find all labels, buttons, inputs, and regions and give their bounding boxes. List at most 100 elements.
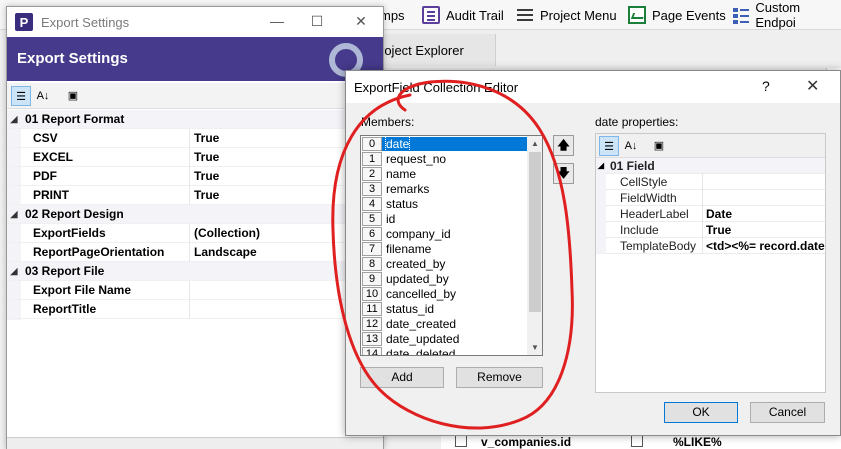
list-item[interactable]: 7 filename [361, 241, 542, 256]
property-value[interactable]: Date [702, 205, 825, 222]
collapse-icon[interactable]: ◢ [596, 157, 606, 174]
property-row[interactable]: TemplateBody <td><%= record.date [596, 237, 825, 254]
property-row[interactable]: HeaderLabel Date [596, 205, 825, 222]
list-item[interactable]: 5 id [361, 211, 542, 226]
move-down-button[interactable]: 🡇 [553, 163, 574, 184]
toolbar-audit-trail[interactable]: Audit Trail [422, 4, 504, 26]
item-name: created_by [386, 256, 446, 271]
item-index: 9 [362, 271, 382, 286]
category-label: 01 Field [610, 158, 655, 173]
export-property-grid: ◢ 01 Report Format CSV True EXCEL True PDF… [7, 110, 383, 319]
members-scrollbar[interactable]: ▲ ▼ [527, 136, 542, 355]
property-grid-toolbar: ☰ A↓ ▣ [7, 83, 383, 109]
property-row[interactable]: FieldWidth [596, 189, 825, 206]
row-checkbox[interactable] [455, 435, 467, 447]
sort-alpha-icon[interactable]: A↓ [621, 136, 641, 156]
property-row[interactable]: EXCEL True [7, 147, 383, 167]
export-window-title: Export Settings [41, 14, 130, 30]
remove-button[interactable]: Remove [456, 367, 543, 388]
property-value[interactable] [702, 189, 825, 206]
row-checkbox-2[interactable] [631, 435, 643, 447]
toolbar-project-menu[interactable]: Project Menu [516, 4, 617, 26]
add-button[interactable]: Add [360, 367, 444, 388]
list-item[interactable]: 12 date_created [361, 316, 542, 331]
property-row[interactable]: PDF True [7, 166, 383, 186]
property-row[interactable]: CSV True [7, 128, 383, 148]
maximize-icon[interactable]: ☐ [309, 13, 325, 29]
members-list[interactable]: 0 date 1 request_no 2 name 3 remarks 4 status… [360, 135, 543, 356]
page-events-icon [628, 6, 646, 24]
category-report-file[interactable]: ◢ 03 Report File [7, 262, 383, 281]
item-index: 12 [362, 316, 382, 331]
property-row[interactable]: PRINT True [7, 185, 383, 205]
project-menu-label: Project Menu [540, 7, 617, 23]
property-name: ReportPageOrientation [33, 245, 165, 259]
list-item[interactable]: 6 company_id [361, 226, 542, 241]
category-report-format[interactable]: ◢ 01 Report Format [7, 110, 383, 129]
item-index: 13 [362, 331, 382, 346]
category-report-design[interactable]: ◢ 02 Report Design [7, 205, 383, 224]
cancel-button[interactable]: Cancel [750, 402, 825, 423]
item-name: id [386, 211, 396, 226]
list-item[interactable]: 13 date_updated [361, 331, 542, 346]
item-index: 0 [362, 136, 382, 151]
property-row[interactable]: Export File Name [7, 280, 383, 300]
item-index: 1 [362, 151, 382, 166]
toolbar-page-events[interactable]: Page Events [628, 4, 726, 26]
scrollbar-thumb[interactable] [529, 152, 541, 312]
collapse-icon[interactable]: ◢ [7, 114, 21, 125]
list-item[interactable]: 8 created_by [361, 256, 542, 271]
property-value[interactable] [702, 173, 825, 190]
scroll-up-icon[interactable]: ▲ [527, 136, 542, 151]
category-field[interactable]: ◢ 01 Field [596, 157, 825, 174]
audit-trail-icon [422, 6, 440, 24]
categorized-icon[interactable]: ☰ [11, 86, 31, 106]
item-name: cancelled_by [386, 286, 457, 301]
list-item[interactable]: 0 date [361, 136, 542, 152]
collapse-icon[interactable]: ◢ [7, 209, 21, 220]
list-item[interactable]: 3 remarks [361, 181, 542, 196]
close-icon[interactable]: ✕ [353, 13, 369, 29]
properties-label: date properties: [595, 115, 679, 129]
export-window-titlebar: P Export Settings — ☐ ✕ [7, 7, 383, 37]
property-row[interactable]: ExportFields (Collection) [7, 223, 383, 243]
categorized-icon[interactable]: ☰ [599, 136, 619, 156]
tab-project-explorer[interactable]: roject Explorer [372, 34, 496, 66]
minimize-icon[interactable]: — [269, 13, 285, 29]
property-value[interactable]: True [702, 221, 825, 238]
ok-button[interactable]: OK [664, 402, 738, 423]
collapse-icon[interactable]: ◢ [7, 266, 21, 277]
list-item[interactable]: 9 updated_by [361, 271, 542, 286]
list-item[interactable]: 10 cancelled_by [361, 286, 542, 301]
list-item[interactable]: 14 date_deleted [361, 346, 542, 355]
property-name: ReportTitle [33, 302, 97, 316]
background-tabbar: roject Explorer [372, 30, 841, 68]
property-row[interactable]: ReportTitle [7, 299, 383, 319]
item-name: status [386, 196, 419, 211]
toolbar-custom-endpoints[interactable]: Custom Endpoi [732, 0, 841, 30]
item-name: date [384, 136, 411, 152]
row-operator: %LIKE% [673, 435, 722, 449]
property-value[interactable]: <td><%= record.date [702, 237, 825, 254]
list-item[interactable]: 4 status [361, 196, 542, 211]
property-row[interactable]: CellStyle [596, 173, 825, 190]
property-name: Export File Name [33, 283, 132, 297]
move-up-button[interactable]: 🡅 [553, 135, 574, 156]
property-pages-icon[interactable]: ▣ [63, 86, 83, 106]
sort-alpha-icon[interactable]: A↓ [33, 86, 53, 106]
list-item[interactable]: 2 name [361, 166, 542, 181]
members-label: Members: [361, 115, 415, 129]
dialog-titlebar: ExportField Collection Editor ? ✕ [346, 71, 840, 103]
export-header-title: Export Settings [17, 50, 128, 67]
property-row[interactable]: Include True [596, 221, 825, 238]
audit-trail-label: Audit Trail [446, 7, 504, 23]
list-item[interactable]: 1 request_no [361, 151, 542, 166]
property-row[interactable]: ReportPageOrientation Landscape [7, 242, 383, 262]
help-button[interactable]: ? [762, 78, 770, 94]
scroll-down-icon[interactable]: ▼ [527, 340, 542, 355]
dialog-close-icon[interactable]: ✕ [806, 76, 819, 96]
category-label: 02 Report Design [25, 207, 124, 221]
list-item[interactable]: 11 status_id [361, 301, 542, 316]
tab-project-explorer-label: roject Explorer [380, 42, 464, 58]
property-pages-icon[interactable]: ▣ [649, 136, 669, 156]
